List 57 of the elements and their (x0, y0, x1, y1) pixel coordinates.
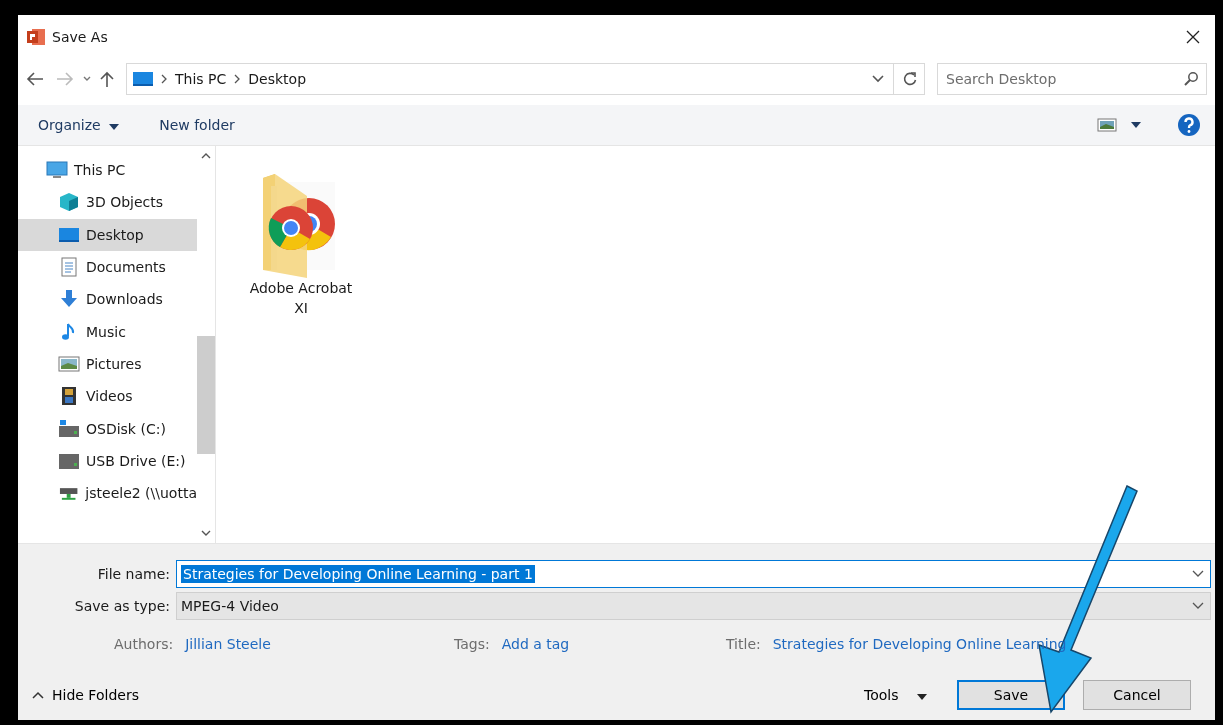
caret-down-icon (917, 694, 927, 700)
scroll-down-icon[interactable] (201, 530, 211, 536)
folder-tree-item[interactable]: Documents (18, 250, 197, 284)
chevron-right-icon (161, 74, 167, 84)
metadata-label: Tags: (454, 636, 490, 652)
hide-folders-button[interactable]: Hide Folders (18, 686, 145, 704)
address-bar[interactable]: This PC Desktop (126, 63, 925, 95)
tools-button[interactable]: Tools (858, 686, 933, 704)
folder-tree-item[interactable]: jsteele2 (\\uotta (18, 476, 197, 510)
file-type-dropdown[interactable]: MPEG-4 Video (176, 592, 1211, 620)
search-icon (1183, 71, 1199, 87)
folder-tree-item[interactable]: 3D Objects (18, 186, 197, 219)
folder-tree-item[interactable]: Desktop (18, 218, 197, 251)
view-options-icon[interactable] (1097, 117, 1117, 133)
file-item[interactable]: Adobe Acrobat XI (246, 166, 356, 318)
metadata-link[interactable]: Add a tag (501, 636, 570, 652)
picture-icon (58, 353, 80, 374)
save-as-type-label: Save as type: (73, 598, 170, 614)
folder-tree-item[interactable]: OSDisk (C:) (18, 412, 197, 445)
folder-tree-item[interactable]: Music (18, 315, 197, 348)
computer-icon (46, 160, 68, 181)
search-field[interactable]: Search Desktop (937, 63, 1207, 95)
chevron-up-icon (32, 691, 44, 699)
help-icon[interactable] (1177, 113, 1201, 137)
presentation-app-icon (26, 27, 46, 47)
organize-button[interactable]: Organize (32, 116, 126, 134)
metadata-link[interactable]: Jillian Steele (185, 636, 271, 652)
document-icon (58, 257, 80, 278)
folder-tree-item[interactable]: Videos (18, 380, 197, 413)
folder-tree-item[interactable]: This PC (18, 154, 197, 187)
close-icon (1186, 30, 1200, 44)
breadcrumb-item[interactable]: This PC (175, 71, 227, 87)
refresh-icon[interactable] (902, 71, 918, 87)
chevron-down-icon[interactable] (1192, 570, 1204, 578)
up-arrow-icon[interactable] (100, 71, 114, 87)
cancel-button[interactable]: Cancel (1083, 680, 1191, 710)
desktop-icon (133, 71, 153, 87)
caret-down-icon (109, 124, 120, 130)
dropdown-caret-icon[interactable] (1131, 122, 1141, 128)
back-arrow-icon[interactable] (26, 72, 44, 86)
metadata-label: Authors: (114, 636, 174, 652)
chevron-down-icon (1192, 602, 1204, 610)
file-name-label: File name: (96, 566, 170, 582)
folder-tree-item[interactable]: Downloads (18, 283, 197, 316)
cube-icon (58, 192, 80, 213)
chevron-down-icon[interactable] (82, 75, 92, 83)
new-folder-button[interactable]: New folder (153, 116, 241, 134)
chevron-down-icon[interactable] (871, 74, 885, 84)
file-name-field[interactable]: Strategies for Developing Online Learning - part 1 (176, 560, 1211, 588)
folder-tree-item[interactable]: Pictures (18, 347, 197, 381)
metadata-label: Title: (726, 636, 761, 652)
drive-icon (58, 418, 80, 439)
scroll-up-icon[interactable] (201, 153, 211, 159)
folder-tree-item[interactable]: USB Drive (E:) (18, 444, 197, 477)
chevron-right-icon (234, 74, 241, 84)
breadcrumb-item[interactable]: Desktop (248, 71, 307, 87)
window-title: Save As (52, 29, 108, 45)
